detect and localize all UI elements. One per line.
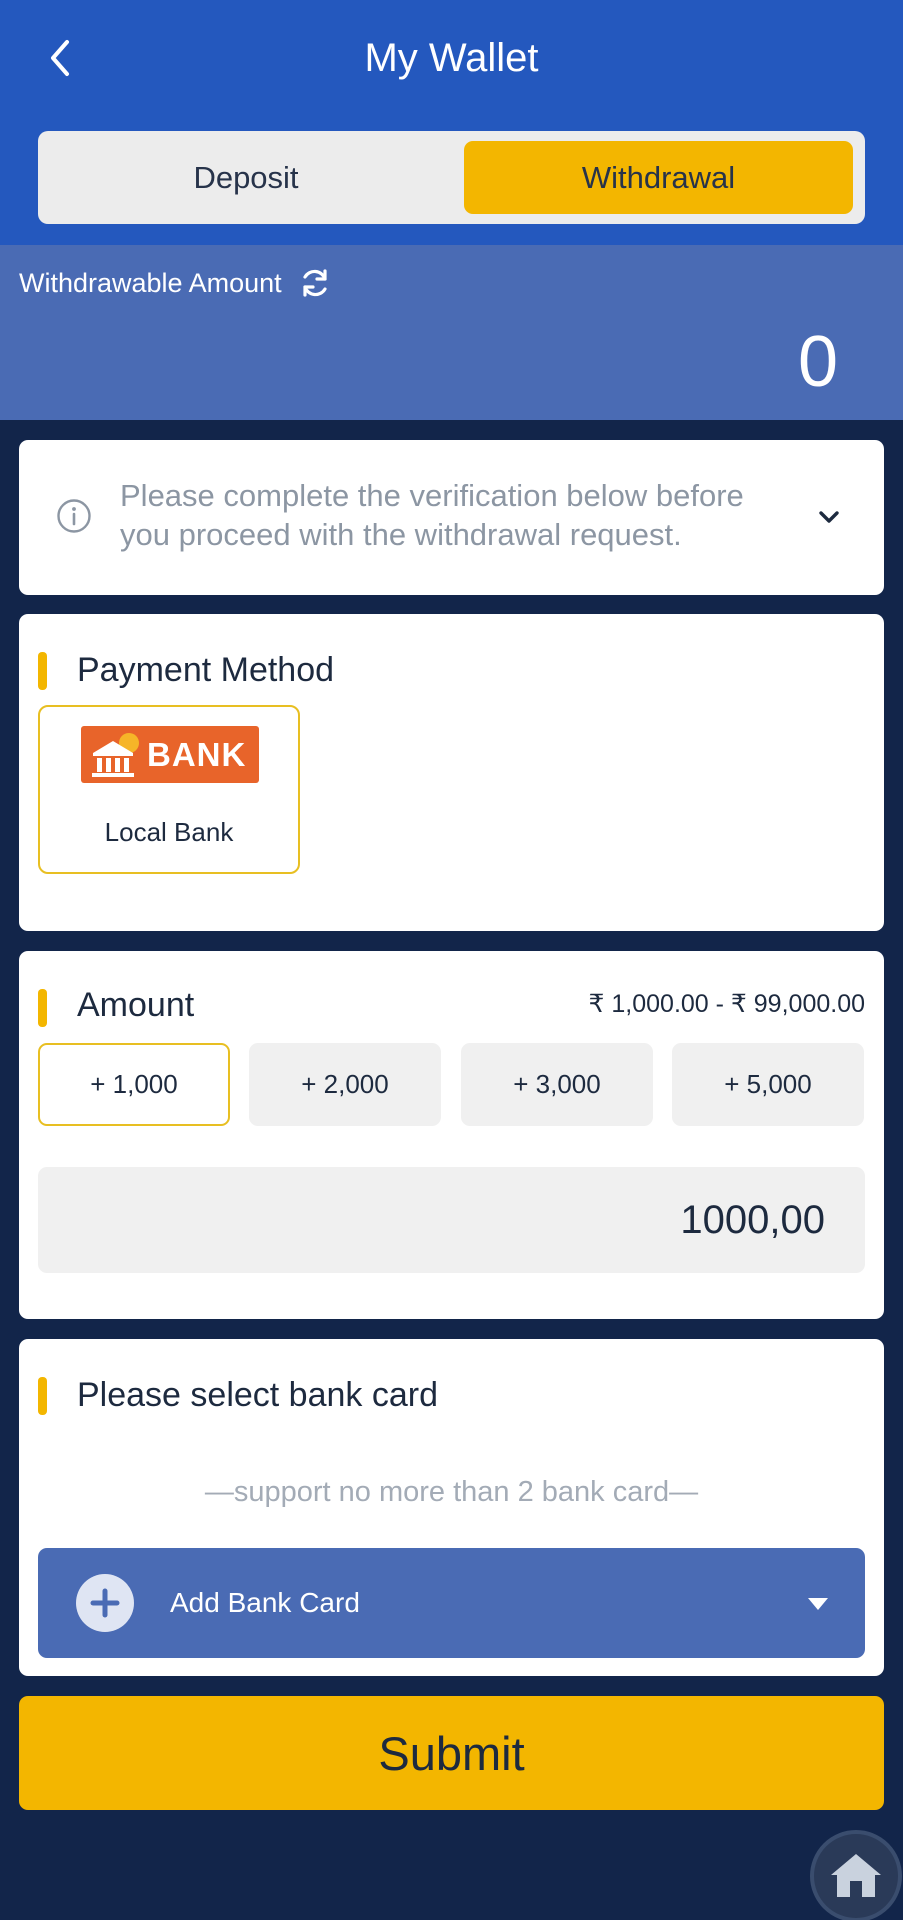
withdrawable-amount-label: Withdrawable Amount: [19, 268, 282, 298]
home-icon: [831, 1854, 881, 1897]
submit-button[interactable]: Submit: [19, 1696, 884, 1810]
bank-logo-text: BANK: [147, 736, 247, 773]
add-bank-card-button[interactable]: Add Bank Card: [38, 1548, 865, 1658]
wallet-tabs: Deposit Withdrawal: [38, 131, 865, 224]
caret-down-icon: [808, 1598, 828, 1610]
tab-deposit[interactable]: Deposit: [48, 141, 444, 214]
bank-building-icon: [92, 733, 139, 777]
payment-option-label: Local Bank: [104, 817, 234, 847]
amount-range: ₹ 1,000.00 - ₹ 99,000.00: [588, 990, 865, 1018]
app-header: My Wallet Deposit Withdrawal: [0, 0, 903, 245]
amount-title: Amount: [77, 986, 195, 1024]
section-accent-bar: [38, 1377, 47, 1415]
amount-chip-5000[interactable]: + 5,000: [672, 1043, 864, 1126]
verification-notice[interactable]: Please complete the verification below b…: [19, 440, 884, 595]
amount-chip-3000[interactable]: + 3,000: [461, 1043, 653, 1126]
payment-method-title: Payment Method: [77, 651, 335, 689]
amount-chip-2000[interactable]: + 2,000: [249, 1043, 441, 1126]
plus-circle-icon: [76, 1574, 134, 1632]
section-accent-bar: [38, 652, 47, 690]
plus-icon: [90, 1588, 120, 1618]
bank-card-section: Please select bank card —support no more…: [19, 1339, 884, 1676]
refresh-icon: [303, 269, 327, 297]
amount-input[interactable]: [38, 1167, 865, 1273]
payment-option-local-bank[interactable]: BANK Local Bank: [38, 705, 300, 874]
bank-card-limit-note: —support no more than 2 bank card—: [204, 1476, 699, 1508]
bank-card-title: Please select bank card: [77, 1376, 438, 1414]
home-button[interactable]: [810, 1830, 902, 1920]
section-accent-bar: [38, 989, 47, 1027]
info-icon: [57, 499, 91, 533]
add-bank-card-label: Add Bank Card: [170, 1587, 360, 1618]
withdrawable-amount-value: 0: [797, 322, 838, 402]
verification-notice-text: Please complete the verification below b…: [120, 478, 744, 552]
payment-method-card: Payment Method BANK Local Bank: [19, 614, 884, 931]
bank-logo: BANK: [81, 726, 259, 783]
amount-card: Amount ₹ 1,000.00 - ₹ 99,000.00 + 1,000 …: [19, 951, 884, 1319]
refresh-button[interactable]: [298, 266, 332, 300]
amount-chip-1000[interactable]: + 1,000: [38, 1043, 230, 1126]
withdrawable-amount-row: Withdrawable Amount: [19, 265, 332, 301]
tab-withdrawal[interactable]: Withdrawal: [464, 141, 853, 214]
withdrawable-balance-panel: Withdrawable Amount 0: [0, 245, 903, 420]
chevron-down-icon: [819, 511, 839, 523]
page-title: My Wallet: [364, 36, 539, 80]
